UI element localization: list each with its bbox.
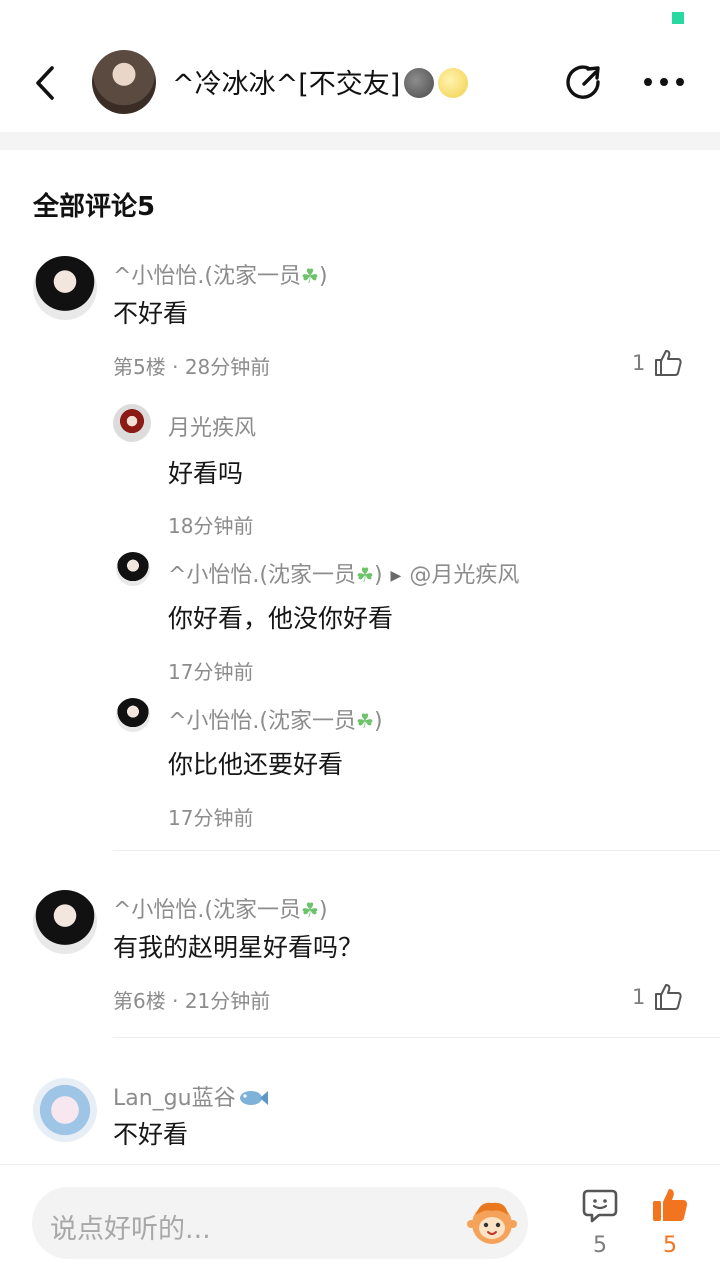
- like-button[interactable]: 1: [632, 346, 683, 380]
- comment-time: 21分钟前: [184, 989, 271, 1013]
- reply-avatar[interactable]: [116, 552, 150, 586]
- reply-text: 好看吗: [168, 459, 244, 488]
- clover-emoji-icon: ☘: [301, 898, 319, 922]
- commenter-name[interactable]: Lan_gu蓝谷: [113, 1080, 268, 1112]
- comment-floor: 第5楼: [113, 355, 166, 379]
- clover-emoji-icon: ☘: [356, 563, 374, 587]
- commenter-name[interactable]: ^小怡怡.(沈家一员☘): [113, 258, 328, 290]
- header-divider: [0, 132, 720, 150]
- clover-emoji-icon: ☘: [301, 264, 319, 288]
- comment-meta: 第6楼 · 21分钟前: [113, 989, 271, 1013]
- reply-avatar[interactable]: [113, 404, 151, 442]
- author-title[interactable]: ^冷冰冰^[不交友]: [172, 62, 469, 101]
- thumbs-up-icon: [655, 984, 682, 1010]
- mascot-emoji-icon[interactable]: [466, 1197, 518, 1247]
- comment-floor: 第6楼: [113, 989, 166, 1013]
- comments-button[interactable]: 5: [572, 1187, 628, 1258]
- comment-divider: [113, 850, 720, 851]
- header: ^冷冰冰^[不交友]: [0, 40, 720, 126]
- share-icon: [566, 65, 600, 99]
- more-icon: [644, 78, 684, 86]
- reply-time: 17分钟前: [168, 660, 254, 684]
- thumbs-up-icon: [655, 350, 682, 376]
- like-count: 1: [632, 351, 646, 375]
- comment-input-placeholder: 说点好听的...: [50, 1214, 211, 1245]
- reply-name[interactable]: 月光疾风: [168, 410, 256, 442]
- commenter-name[interactable]: ^小怡怡.(沈家一员☘): [113, 892, 328, 924]
- author-avatar[interactable]: [92, 50, 156, 114]
- reply-text: 你好看，他没你好看: [168, 604, 394, 633]
- new-moon-emoji-icon: [404, 68, 435, 98]
- commenter-avatar[interactable]: [33, 890, 97, 954]
- reply-arrow-icon: ▶: [390, 568, 402, 584]
- full-moon-emoji-icon: [438, 68, 469, 98]
- reply-name[interactable]: ^小怡怡.(沈家一员☘): [168, 703, 383, 735]
- comment-bubble-icon: [582, 1189, 618, 1223]
- status-indicator: [672, 12, 684, 24]
- like-count: 1: [632, 985, 646, 1009]
- more-button[interactable]: [640, 60, 688, 104]
- reply-time: 18分钟前: [168, 514, 254, 538]
- reply-text: 你比他还要好看: [168, 750, 344, 779]
- comment-input[interactable]: 说点好听的...: [32, 1187, 528, 1259]
- fish-emoji-icon: [239, 1091, 268, 1105]
- commenter-avatar[interactable]: [33, 1078, 97, 1142]
- comment-divider: [113, 1037, 720, 1038]
- likes-count: 5: [663, 1233, 677, 1258]
- comment-meta: 第5楼 · 28分钟前: [113, 355, 271, 379]
- back-icon: [36, 66, 54, 100]
- comments-section-title: 全部评论5: [33, 192, 156, 222]
- bottom-bar: 说点好听的... 5 5: [0, 1164, 720, 1280]
- reply-target[interactable]: @月光疾风: [409, 563, 519, 588]
- comment-text: 不好看: [113, 299, 189, 328]
- comment-text: 有我的赵明星好看吗？: [113, 933, 364, 962]
- thumbs-up-filled-icon: [653, 1189, 688, 1221]
- share-button[interactable]: [562, 60, 606, 104]
- back-button[interactable]: [28, 62, 64, 104]
- comment-text: 不好看: [113, 1120, 189, 1149]
- author-name: ^冷冰冰^[不交友]: [172, 69, 401, 100]
- comments-count: 5: [593, 1233, 607, 1258]
- reply-time: 17分钟前: [168, 806, 254, 830]
- like-button[interactable]: 1: [632, 980, 683, 1014]
- reply-avatar[interactable]: [116, 698, 150, 732]
- clover-emoji-icon: ☘: [356, 709, 374, 733]
- commenter-avatar[interactable]: [33, 256, 97, 320]
- like-post-button[interactable]: 5: [642, 1185, 698, 1258]
- reply-name[interactable]: ^小怡怡.(沈家一员☘) ▶ @月光疾风: [168, 557, 519, 589]
- comment-time: 28分钟前: [184, 355, 271, 379]
